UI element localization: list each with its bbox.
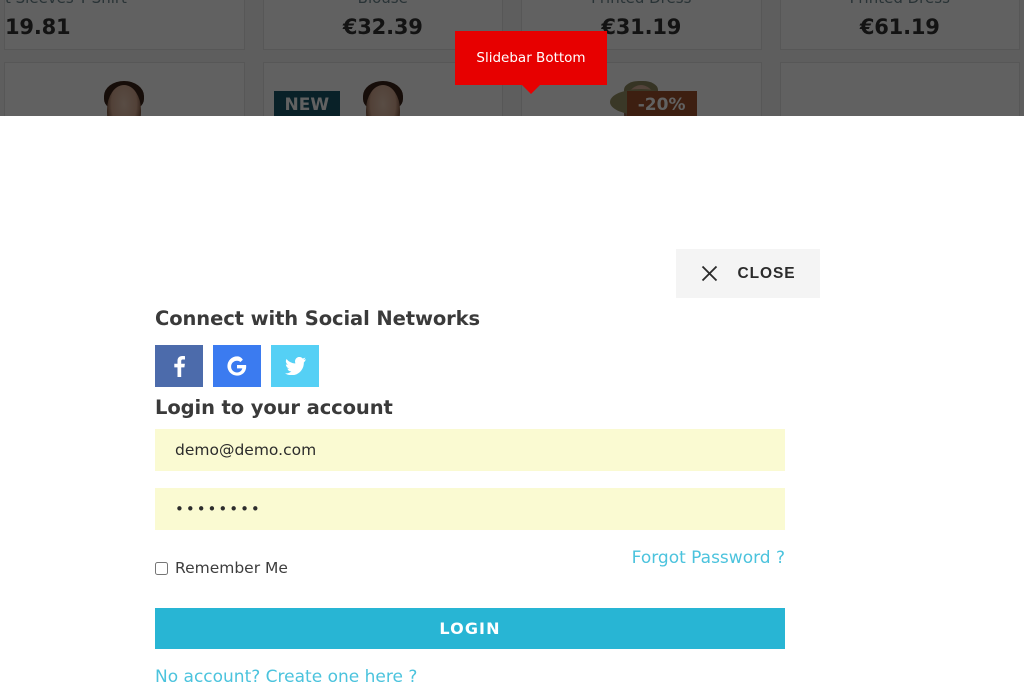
email-input[interactable] [155, 429, 785, 471]
close-x-icon [701, 265, 718, 282]
twitter-login-button[interactable] [271, 345, 319, 387]
google-icon [227, 356, 247, 376]
social-networks-title: Connect with Social Networks [155, 307, 481, 330]
facebook-icon [173, 355, 185, 377]
twitter-icon [284, 357, 306, 375]
forgot-password-link[interactable]: Forgot Password ? [632, 548, 785, 568]
tooltip-arrow-icon [521, 84, 541, 94]
remember-me-checkbox[interactable] [155, 562, 168, 575]
login-submit-button[interactable]: LOGIN [155, 608, 785, 649]
remember-me-label[interactable]: Remember Me [175, 559, 288, 577]
close-button-label: CLOSE [737, 264, 796, 282]
remember-me-row: Remember Me Forgot Password ? [155, 548, 785, 583]
google-login-button[interactable] [213, 345, 261, 387]
password-input[interactable] [155, 488, 785, 530]
login-title: Login to your account [155, 396, 393, 419]
create-account-link[interactable]: No account? Create one here ? [155, 667, 417, 687]
tooltip-label: Slidebar Bottom [476, 50, 586, 66]
login-slide-panel: CLOSE Connect with Social Networks Login… [0, 116, 1024, 687]
facebook-login-button[interactable] [155, 345, 203, 387]
close-button[interactable]: CLOSE [676, 249, 820, 298]
social-login-buttons [155, 345, 319, 387]
slidebar-bottom-tooltip: Slidebar Bottom [455, 31, 607, 94]
